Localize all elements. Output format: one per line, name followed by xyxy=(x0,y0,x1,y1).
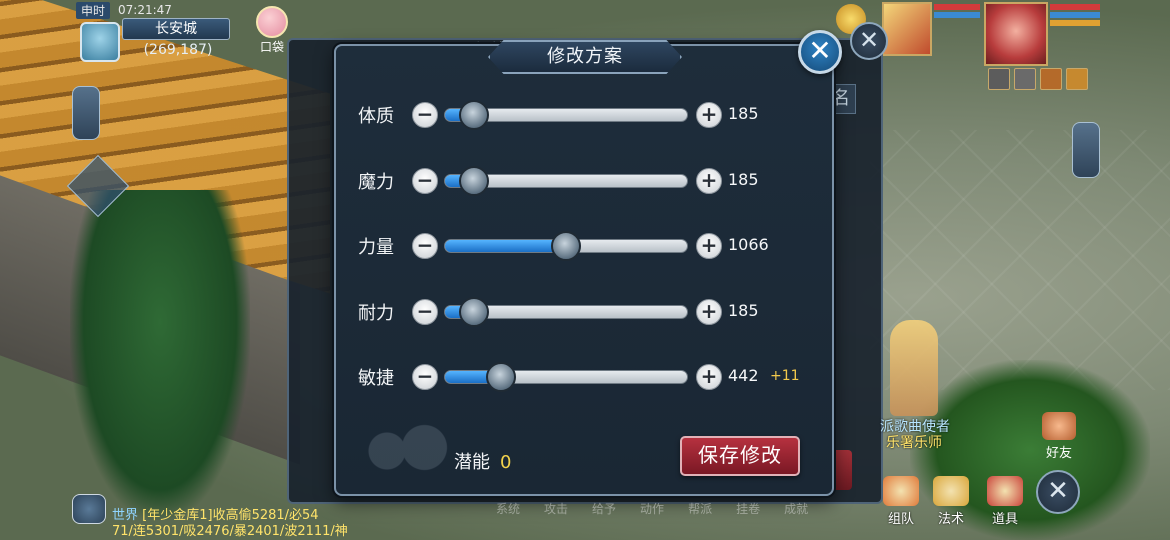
friends-button[interactable]: 好友 xyxy=(1036,412,1082,461)
attribute-row: 敏捷 − +442 +11 xyxy=(358,362,818,392)
minus-button[interactable]: − xyxy=(412,168,438,194)
buff-icon[interactable] xyxy=(1040,68,1062,90)
attribute-value: 185 xyxy=(728,104,759,123)
faded-menu-item: 帮派 xyxy=(688,502,713,516)
attribute-row: 耐力 − +185 xyxy=(358,297,818,327)
slider-handle[interactable] xyxy=(551,231,581,261)
faded-menu-item: 系统 xyxy=(496,502,521,516)
minus-button[interactable]: − xyxy=(412,102,438,128)
buff-icon[interactable] xyxy=(988,68,1010,90)
attribute-bonus: +11 xyxy=(770,368,800,384)
pine-tree xyxy=(70,190,250,520)
chat-text: [年少金库1]收高偷5281/必54 xyxy=(142,508,319,523)
attribute-slider[interactable] xyxy=(444,297,688,327)
faded-menu-item: 动作 xyxy=(640,502,665,516)
time-label: 07:21:47 xyxy=(118,3,172,17)
pet-mp-bar xyxy=(934,12,980,18)
underlying-close-icon[interactable]: ✕ xyxy=(850,22,888,60)
plus-button[interactable]: + xyxy=(696,364,722,390)
attribute-row: 体质 − +185 xyxy=(358,100,818,130)
menu-button[interactable]: 法术 xyxy=(928,476,974,527)
potential-points: 潜能 0 xyxy=(454,448,511,474)
slider-handle[interactable] xyxy=(459,166,490,196)
bag-button[interactable]: 口袋 xyxy=(252,6,292,58)
menu-button-label: 法术 xyxy=(937,512,964,527)
handshake-icon xyxy=(1042,412,1076,440)
plus-button[interactable]: + xyxy=(696,299,722,325)
attribute-row: 魔力 − +185 xyxy=(358,166,818,196)
faded-menu-item: 挂卷 xyxy=(736,502,761,516)
friends-label: 好友 xyxy=(1045,446,1072,461)
plus-button[interactable]: + xyxy=(696,168,722,194)
character-portrait[interactable] xyxy=(984,2,1048,66)
potential-value: 0 xyxy=(500,452,512,473)
chat-message-continued: 71/连5301/吸2476/暴2401/波2111/神 xyxy=(112,524,348,539)
attribute-slider[interactable] xyxy=(444,231,688,261)
attribute-slider[interactable] xyxy=(444,362,688,392)
npc-name: 乐署乐师 xyxy=(886,435,942,451)
slider-handle[interactable] xyxy=(459,100,490,130)
minus-button[interactable]: − xyxy=(412,299,438,325)
npc-figure[interactable] xyxy=(890,320,938,416)
char-mp-bar xyxy=(1050,12,1100,18)
char-hp-bar xyxy=(1050,4,1100,10)
team-icon xyxy=(883,476,919,506)
location-box[interactable]: 长安城 (269,187) xyxy=(80,18,232,66)
menu-button-label: 道具 xyxy=(991,512,1018,527)
menu-button-label: 组队 xyxy=(887,512,914,527)
potential-label: 潜能 xyxy=(454,452,490,473)
bag-label: 口袋 xyxy=(259,40,284,54)
pet-portrait[interactable] xyxy=(882,2,932,56)
minus-button[interactable]: − xyxy=(412,364,438,390)
char-sp-bar xyxy=(1050,20,1100,26)
spell-icon xyxy=(933,476,969,506)
attribute-value: 442 xyxy=(728,366,759,385)
buff-icon[interactable] xyxy=(1014,68,1036,90)
attribute-slider[interactable] xyxy=(444,166,688,196)
close-icon[interactable]: ✕ xyxy=(798,30,842,74)
item-icon xyxy=(987,476,1023,506)
slider-handle[interactable] xyxy=(485,362,516,392)
minus-button[interactable]: − xyxy=(412,233,438,259)
attribute-label: 体质 xyxy=(358,106,394,127)
chat-icon[interactable] xyxy=(72,494,106,524)
shichen-label: 申时 xyxy=(76,1,111,19)
dialog-title: 修改方案 xyxy=(488,40,682,74)
menu-button[interactable]: 道具 xyxy=(982,476,1028,527)
attribute-row: 力量 − +1066 xyxy=(358,231,818,261)
attribute-label: 耐力 xyxy=(358,303,394,324)
attribute-label: 魔力 xyxy=(358,172,394,193)
menu-button[interactable]: 组队 xyxy=(878,476,924,527)
pet-hp-bar xyxy=(934,4,980,10)
left-drawer-handle[interactable] xyxy=(72,86,100,140)
game-clock: 申时 07:21:47 xyxy=(76,1,246,19)
minimap-icon[interactable] xyxy=(80,22,120,62)
plus-button[interactable]: + xyxy=(696,102,722,128)
chat-box[interactable]: 世界 [年少金库1]收高偷5281/必54 71/连5301/吸2476/暴24… xyxy=(72,494,372,540)
faded-menu: 系统 攻击 给予 动作 帮派 挂卷 成就 xyxy=(496,500,808,517)
chat-channel: 世界 xyxy=(112,508,139,523)
plus-button[interactable]: + xyxy=(696,233,722,259)
faded-menu-item: 给予 xyxy=(592,502,617,516)
save-button[interactable]: 保存修改 xyxy=(680,436,800,476)
chat-message: 世界 [年少金库1]收高偷5281/必54 xyxy=(112,508,319,524)
attribute-label: 敏捷 xyxy=(358,368,394,389)
player-coords: (269,187) xyxy=(143,42,213,58)
right-drawer-handle[interactable] xyxy=(1072,122,1100,178)
menu-close-icon[interactable]: ✕ xyxy=(1036,470,1080,514)
buff-icon[interactable] xyxy=(1066,68,1088,90)
attribute-slider[interactable] xyxy=(444,100,688,130)
bag-icon xyxy=(256,6,288,38)
city-name: 长安城 xyxy=(122,18,230,40)
attribute-value: 185 xyxy=(728,301,759,320)
slider-handle[interactable] xyxy=(459,297,490,327)
faded-menu-item: 攻击 xyxy=(544,502,569,516)
attribute-label: 力量 xyxy=(358,237,394,258)
faded-menu-item: 成就 xyxy=(784,502,809,516)
attribute-value: 1066 xyxy=(728,235,769,254)
attribute-value: 185 xyxy=(728,170,759,189)
slider-fill xyxy=(445,240,566,252)
